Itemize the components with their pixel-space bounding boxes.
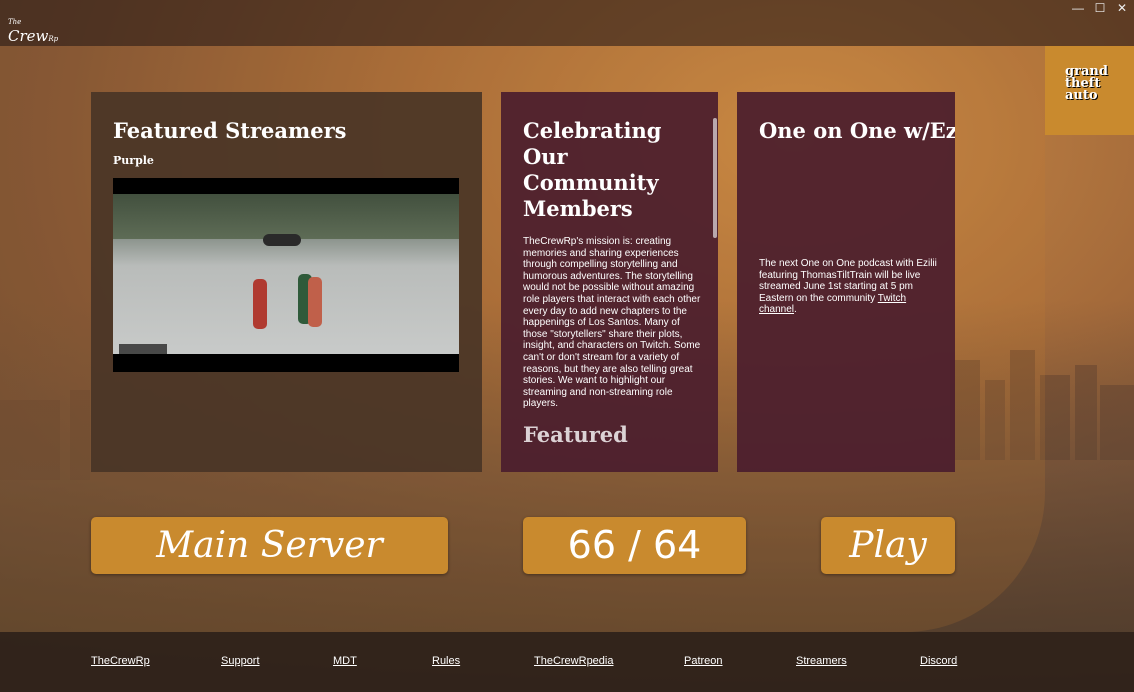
one-on-one-title: One on One w/Ezilii Featuring ThomasTilt…: [759, 118, 955, 143]
gta-logo: grand theft auto: [1065, 64, 1108, 103]
player-count: 66 / 64: [523, 517, 746, 574]
helicopter-figure: [263, 234, 301, 246]
footer-link-patreon[interactable]: Patreon: [684, 655, 723, 667]
community-scrollbar[interactable]: [713, 118, 717, 238]
one-on-one-body-tail: .: [794, 304, 797, 316]
featured-streamers-card: Featured Streamers Purple: [91, 92, 482, 472]
footer-link-mdt[interactable]: MDT: [333, 655, 357, 667]
footer-nav: TheCrewRp Support MDT Rules TheCrewRpedi…: [0, 632, 1134, 692]
community-scroll-area[interactable]: Celebrating Our Community Members TheCre…: [523, 118, 701, 468]
minimize-icon[interactable]: —: [1072, 2, 1084, 14]
play-button[interactable]: Play: [821, 517, 955, 574]
close-icon[interactable]: ✕: [1116, 2, 1128, 14]
character-figure: [253, 279, 267, 329]
footer-link-thecrewrp[interactable]: TheCrewRp: [91, 655, 150, 667]
app-logo: The CrewRp: [8, 18, 59, 45]
main-server-button[interactable]: Main Server: [91, 517, 448, 574]
title-bar: The CrewRp — ☐ ✕: [0, 0, 1134, 46]
one-on-one-body-text: The next One on One podcast with Ezilii …: [759, 258, 937, 304]
video-overlay-tag: [119, 344, 167, 354]
featured-title: Featured Streamers: [113, 118, 347, 143]
window-controls: — ☐ ✕: [1072, 2, 1128, 14]
one-on-one-card: One on One w/Ezilii Featuring ThomasTilt…: [737, 92, 955, 472]
community-title: Celebrating Our Community Members: [523, 118, 662, 221]
gta-logo-box: grand theft auto: [1045, 46, 1134, 135]
video-trees: [113, 194, 459, 239]
footer-link-thecrewrpedia[interactable]: TheCrewRpedia: [534, 655, 613, 667]
community-card: Celebrating Our Community Members TheCre…: [501, 92, 718, 472]
footer-link-streamers[interactable]: Streamers: [796, 655, 847, 667]
footer-link-discord[interactable]: Discord: [920, 655, 957, 667]
character-figure: [308, 277, 322, 327]
community-body: TheCrewRp's mission is: creating memorie…: [523, 236, 701, 410]
video-frame: [113, 194, 459, 354]
community-next-heading: Featured: [523, 421, 628, 447]
footer-link-support[interactable]: Support: [221, 655, 260, 667]
stream-video-player[interactable]: [113, 178, 459, 372]
streamer-name: Purple: [113, 154, 154, 167]
one-on-one-body: The next One on One podcast with Ezilii …: [759, 258, 939, 316]
maximize-icon[interactable]: ☐: [1094, 2, 1106, 14]
footer-link-rules[interactable]: Rules: [432, 655, 460, 667]
